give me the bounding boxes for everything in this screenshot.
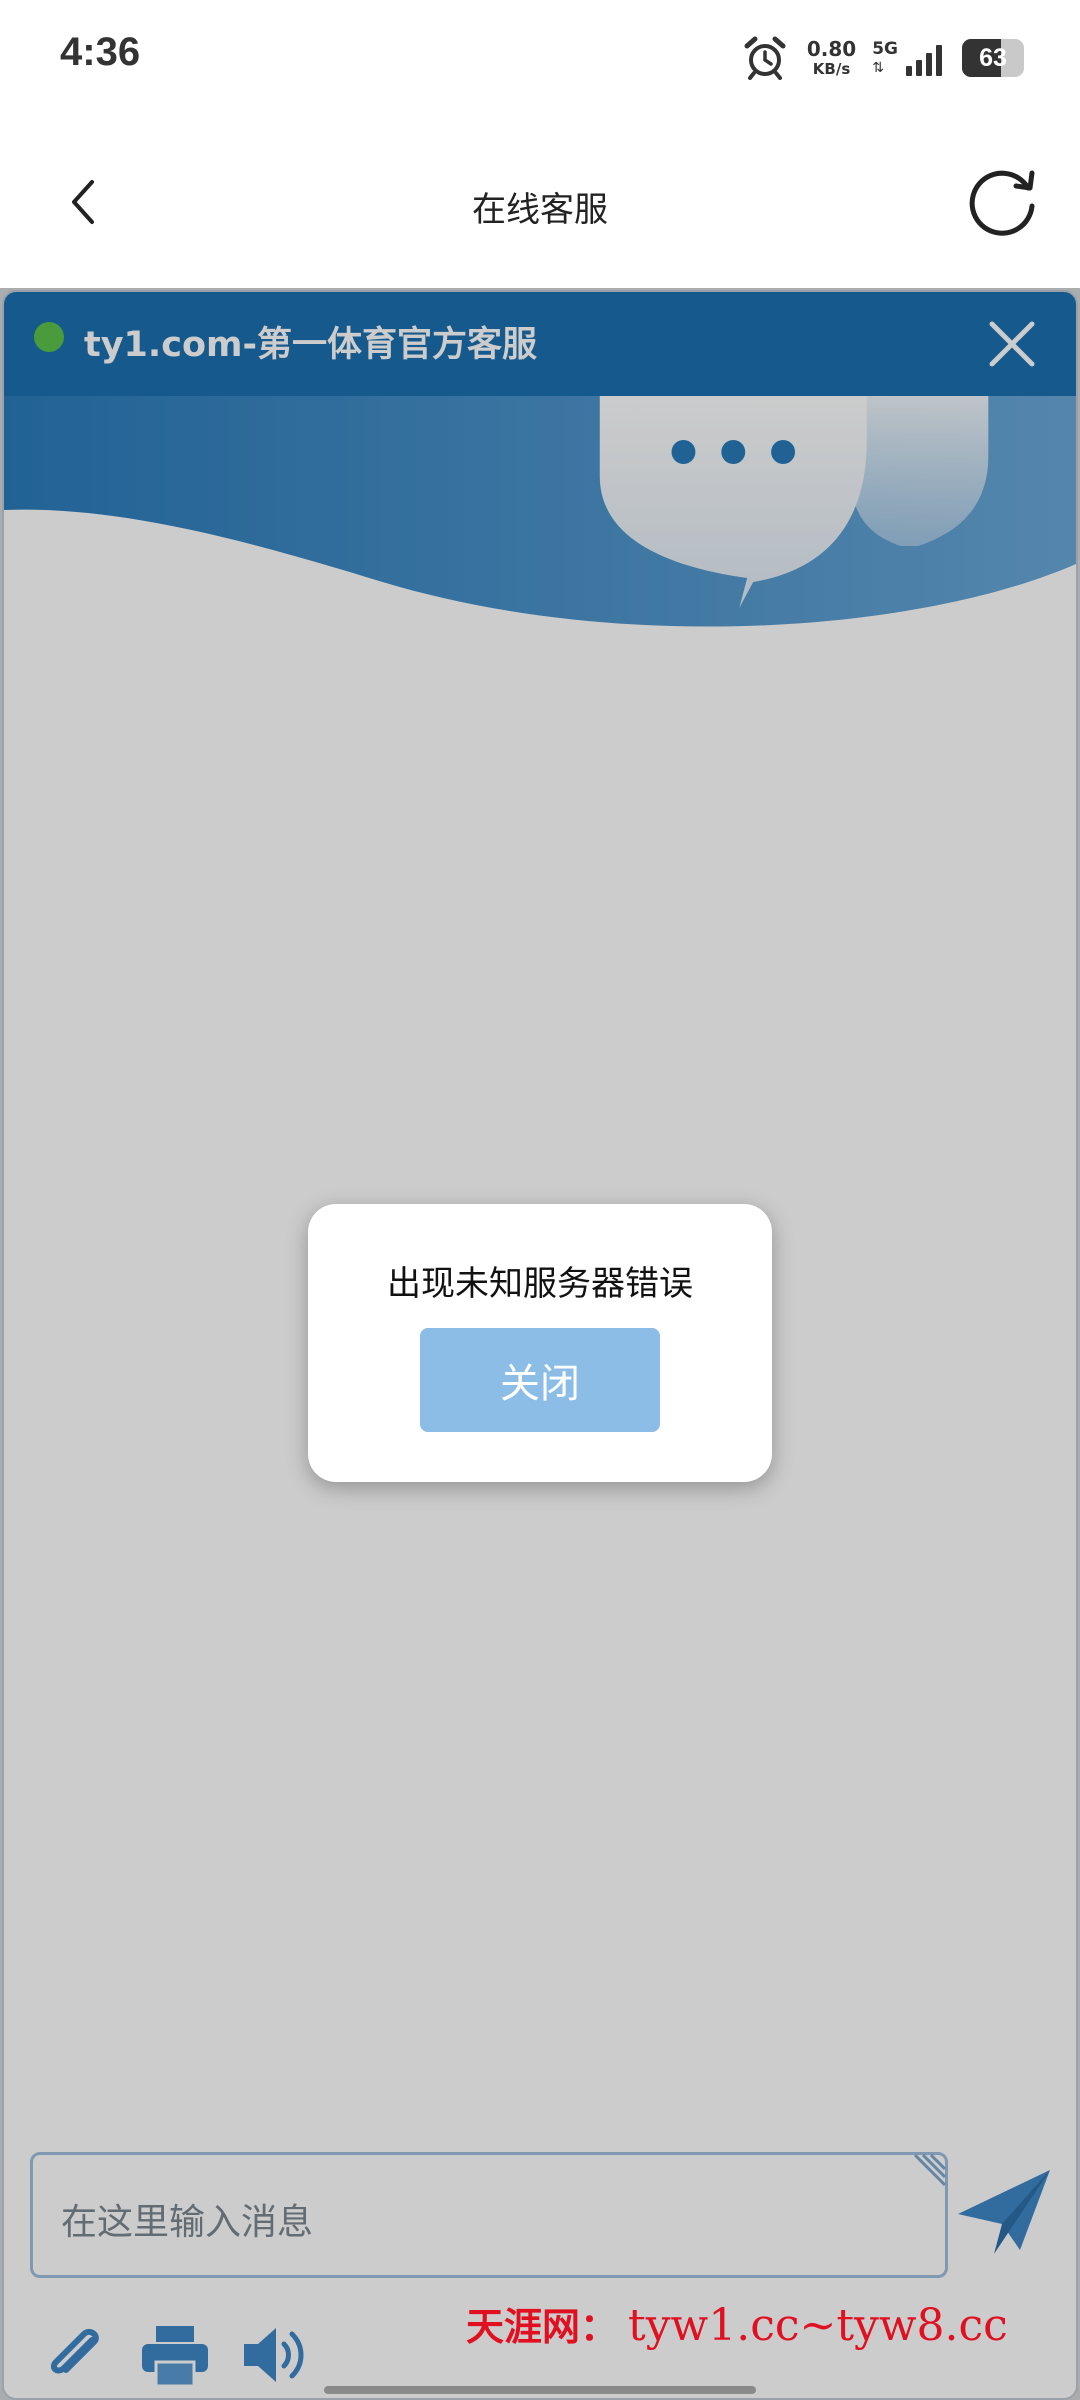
data-arrows-icon: ⇅ — [872, 60, 884, 76]
error-message: 出现未知服务器错误 — [387, 1264, 693, 1304]
home-indicator[interactable] — [324, 2386, 756, 2394]
network-speed-value: 0.80 — [806, 37, 857, 61]
status-bar: 4:36 0.80 KB/s 5G ⇅ 63 — [0, 0, 1080, 116]
error-dialog: 出现未知服务器错误 关闭 — [308, 1204, 772, 1482]
network-speed-unit: KB/s — [812, 60, 851, 78]
network-type-label: 5G — [872, 39, 898, 59]
close-dialog-button[interactable]: 关闭 — [420, 1328, 660, 1432]
app-header: 在线客服 — [0, 116, 1080, 288]
watermark: 天涯网： tyw1.cc~tyw8.cc — [466, 2296, 1008, 2351]
battery-icon: 63 — [962, 39, 1024, 77]
network-speed: 0.80 KB/s — [807, 39, 856, 77]
page-title: 在线客服 — [472, 190, 608, 230]
watermark-label: 天涯网： — [466, 2304, 619, 2349]
watermark-urls: tyw1.cc~tyw8.cc — [628, 2300, 1008, 2351]
battery-level: 63 — [979, 43, 1007, 72]
refresh-icon[interactable] — [962, 160, 1044, 242]
status-icons: 0.80 KB/s 5G ⇅ 63 — [743, 34, 1024, 82]
alarm-clock-icon — [744, 36, 786, 80]
status-time: 4:36 — [60, 30, 141, 74]
signal-strength-icon — [906, 45, 942, 76]
network-type: 5G ⇅ — [872, 39, 898, 76]
